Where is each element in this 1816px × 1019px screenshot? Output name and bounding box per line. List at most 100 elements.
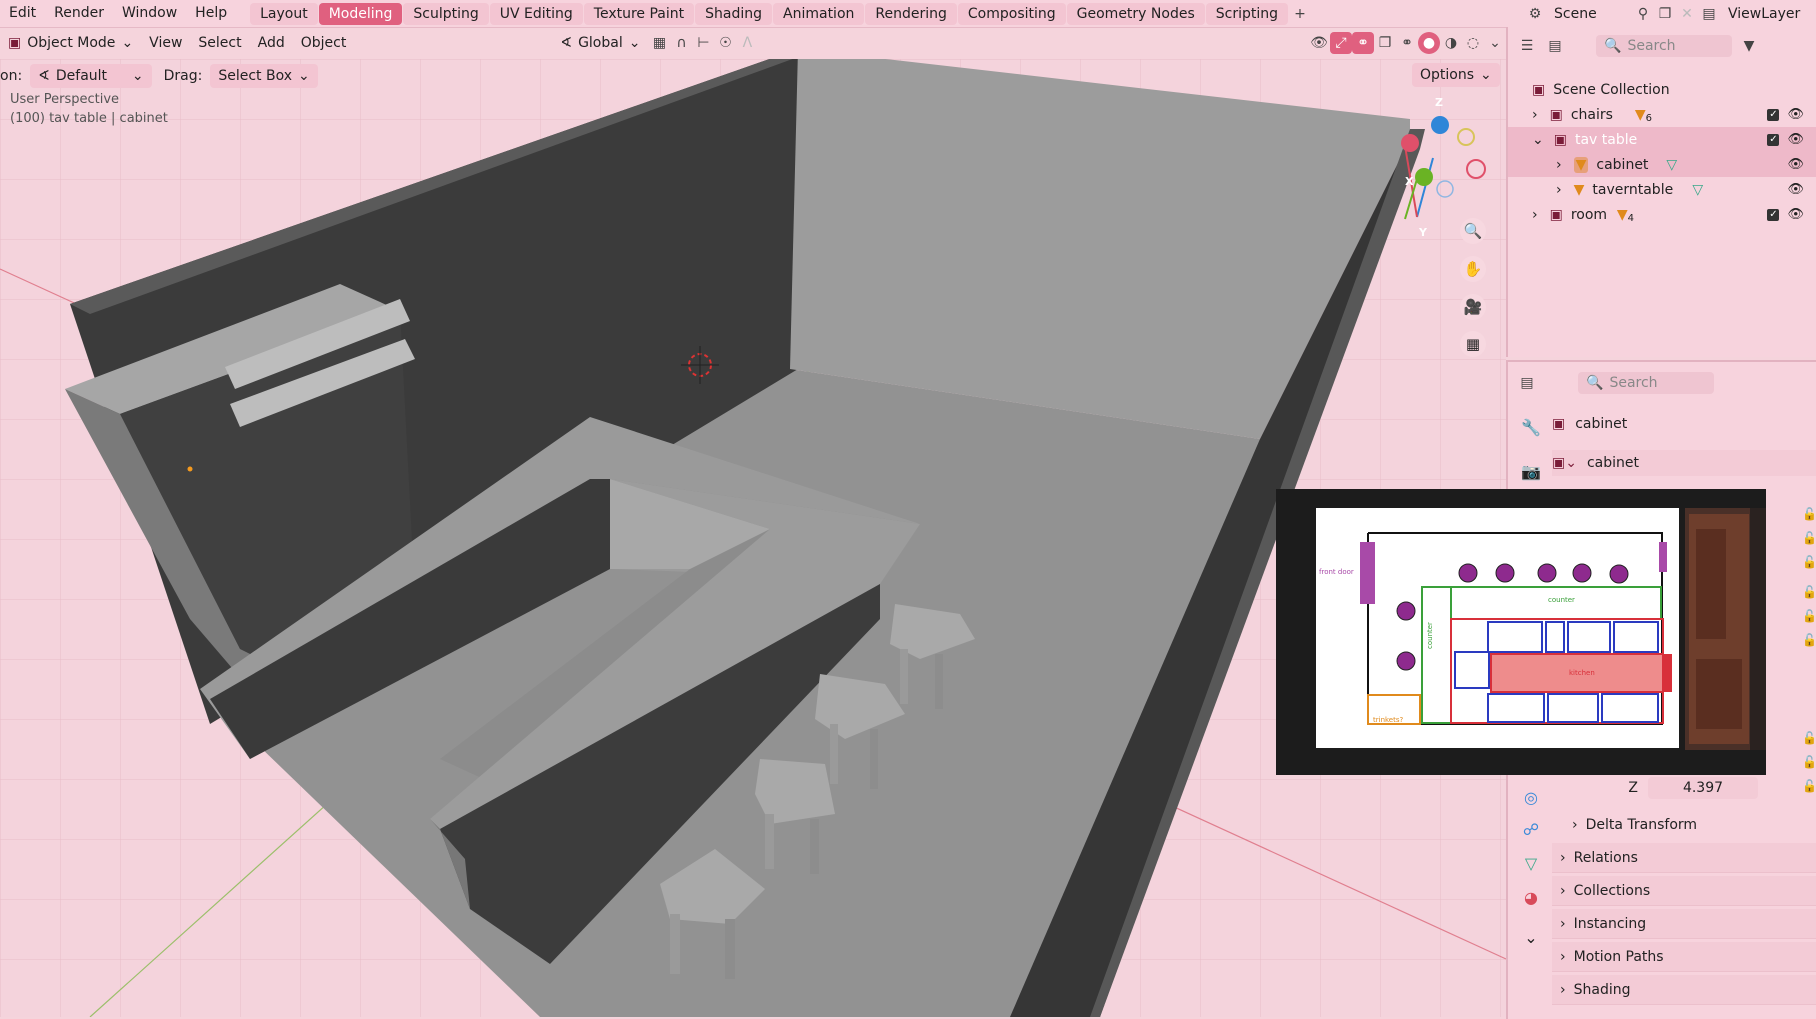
scene-selector-icon[interactable]: ⚙ xyxy=(1524,3,1546,25)
gizmo-icon[interactable]: ⤢ xyxy=(1330,32,1352,54)
constraints-tab-icon[interactable]: ☍ xyxy=(1516,814,1546,844)
material-tab-icon[interactable]: ◕ xyxy=(1516,882,1546,912)
exclude-checkbox[interactable]: ✓ xyxy=(1767,133,1780,146)
tab-modeling[interactable]: Modeling xyxy=(318,2,403,25)
menu-view[interactable]: View xyxy=(141,35,190,51)
wireframe-shading-icon[interactable]: ⚭ xyxy=(1396,32,1418,54)
new-scene-icon[interactable]: ❐ xyxy=(1654,3,1676,25)
snap-target-icon[interactable]: ⊢ xyxy=(692,32,714,54)
drag-dropdown[interactable]: Select Box ⌄ xyxy=(210,64,318,88)
tab-shading[interactable]: Shading xyxy=(695,2,773,25)
options-dropdown[interactable]: Options ⌄ xyxy=(1412,63,1500,87)
section-delta-transform[interactable]: › Delta Transform xyxy=(1552,810,1816,839)
visibility-icon[interactable]: 👁 xyxy=(1308,32,1330,54)
filter-icon[interactable]: ▼ xyxy=(1738,35,1760,57)
chevron-down-icon[interactable]: ⌄ xyxy=(1484,32,1506,54)
exclude-checkbox[interactable]: ✓ xyxy=(1767,208,1780,221)
solid-shading-icon[interactable]: ● xyxy=(1418,32,1440,54)
display-mode-icon[interactable]: ▤ xyxy=(1544,35,1566,57)
tab-layout[interactable]: Layout xyxy=(250,2,318,25)
delete-scene-icon[interactable]: ✕ xyxy=(1676,3,1698,25)
eye-icon[interactable]: 👁 xyxy=(1787,182,1804,197)
data-name-field[interactable]: cabinet xyxy=(1587,455,1639,471)
tab-texture-paint[interactable]: Texture Paint xyxy=(583,2,695,25)
data-tab-icon[interactable]: ▽ xyxy=(1516,848,1546,878)
lock-icon[interactable]: 🔓 xyxy=(1802,580,1816,604)
scene-name[interactable]: Scene xyxy=(1546,6,1632,22)
tab-animation[interactable]: Animation xyxy=(773,2,865,25)
chevron-right-icon[interactable]: › xyxy=(1556,157,1562,173)
section-relations[interactable]: › Relations xyxy=(1552,843,1816,873)
pan-hand-icon[interactable]: ✋ xyxy=(1460,256,1486,282)
tab-uv-editing[interactable]: UV Editing xyxy=(489,2,583,25)
lock-icon[interactable]: 🔓 xyxy=(1802,750,1816,774)
outliner-row-scene-collection[interactable]: ▣ Scene Collection xyxy=(1508,77,1816,102)
falloff-icon[interactable]: Λ xyxy=(736,32,758,54)
menu-window[interactable]: Window xyxy=(113,0,186,27)
tab-compositing[interactable]: Compositing xyxy=(957,2,1066,25)
tool-tab-icon[interactable]: 🔧 xyxy=(1516,412,1546,442)
outliner-row-chairs[interactable]: › ▣ chairs ▼ 6 ✓ 👁 xyxy=(1508,102,1816,127)
outliner-row-tav-table[interactable]: ⌄ ▣ tav table ✓ 👁 xyxy=(1508,127,1816,152)
menu-add[interactable]: Add xyxy=(250,35,293,51)
chevron-down-icon[interactable]: ⌄ xyxy=(1532,132,1544,148)
view-layer-name[interactable]: ViewLayer xyxy=(1720,6,1816,22)
transform-orientation-dropdown[interactable]: ∢ Default ⌄ xyxy=(30,64,152,88)
chevron-right-icon[interactable]: › xyxy=(1556,182,1562,198)
render-tab-icon[interactable]: 📷 xyxy=(1516,456,1546,486)
mode-dropdown[interactable]: ▣ Object Mode ⌄ xyxy=(0,31,141,55)
menu-select[interactable]: Select xyxy=(190,35,249,51)
rendered-shading-icon[interactable]: ◌ xyxy=(1462,32,1484,54)
tab-sculpting[interactable]: Sculpting xyxy=(403,2,489,25)
tab-geometry-nodes[interactable]: Geometry Nodes xyxy=(1066,2,1205,25)
section-instancing[interactable]: › Instancing xyxy=(1552,909,1816,939)
eye-icon[interactable]: 👁 xyxy=(1787,132,1804,147)
outliner-row-room[interactable]: › ▣ room ▼ 4 ✓ 👁 xyxy=(1508,202,1816,227)
reference-image-window[interactable]: front door counter counter kitchen trink… xyxy=(1276,489,1766,775)
physics-tab-icon[interactable]: ◎ xyxy=(1516,782,1546,812)
overlay-icon[interactable]: ⚭ xyxy=(1352,32,1374,54)
outliner-row-taverntable[interactable]: › ▼ taverntable ▽ 👁 xyxy=(1508,177,1816,202)
lock-icon[interactable]: 🔓 xyxy=(1802,774,1816,798)
xray-icon[interactable]: ❐ xyxy=(1374,32,1396,54)
material-shading-icon[interactable]: ◑ xyxy=(1440,32,1462,54)
section-shading[interactable]: › Shading xyxy=(1552,975,1816,1005)
eye-icon[interactable]: 👁 xyxy=(1787,207,1804,222)
add-workspace-button[interactable]: + xyxy=(1289,3,1311,25)
ortho-grid-icon[interactable]: ▦ xyxy=(1460,331,1486,357)
lock-icon[interactable]: 🔓 xyxy=(1802,604,1816,628)
outliner-search[interactable]: 🔍 Search xyxy=(1596,35,1732,57)
z-value-field[interactable]: 4.397 xyxy=(1648,777,1758,799)
lock-icon[interactable]: 🔓 xyxy=(1802,550,1816,574)
menu-object[interactable]: Object xyxy=(293,35,355,51)
section-motion-paths[interactable]: › Motion Paths xyxy=(1552,942,1816,972)
section-collections[interactable]: › Collections xyxy=(1552,876,1816,906)
lock-icon[interactable]: 🔓 xyxy=(1802,726,1816,750)
gizmo-z[interactable] xyxy=(1431,116,1449,134)
gizmo-y[interactable] xyxy=(1415,168,1433,186)
tab-rendering[interactable]: Rendering xyxy=(865,2,957,25)
editor-type-icon[interactable]: ☰ xyxy=(1516,35,1538,57)
gizmo-x[interactable] xyxy=(1401,134,1419,152)
zoom-icon[interactable]: 🔍 xyxy=(1460,218,1486,244)
eye-icon[interactable]: 👁 xyxy=(1787,157,1804,172)
lock-icon[interactable]: 🔓 xyxy=(1802,502,1816,526)
menu-render[interactable]: Render xyxy=(45,0,113,27)
eye-icon[interactable]: 👁 xyxy=(1787,107,1804,122)
chevron-down-icon[interactable]: ⌄ xyxy=(1516,922,1546,952)
chevron-right-icon[interactable]: › xyxy=(1532,207,1538,223)
tab-scripting[interactable]: Scripting xyxy=(1205,2,1289,25)
view-layer-icon[interactable]: ▤ xyxy=(1698,3,1720,25)
pivot-icon[interactable]: ▦ xyxy=(648,32,670,54)
chevron-right-icon[interactable]: › xyxy=(1532,107,1538,123)
proportional-edit-icon[interactable]: ☉ xyxy=(714,32,736,54)
editor-type-icon[interactable]: ▤ xyxy=(1516,372,1538,394)
snap-icon[interactable]: ∩ xyxy=(670,32,692,54)
exclude-checkbox[interactable]: ✓ xyxy=(1767,108,1780,121)
menu-edit[interactable]: Edit xyxy=(0,0,45,27)
orientation-dropdown[interactable]: ∢ Global ⌄ xyxy=(552,31,648,55)
pin-icon[interactable]: ⚲ xyxy=(1632,3,1654,25)
lock-icon[interactable]: 🔓 xyxy=(1802,526,1816,550)
lock-icon[interactable]: 🔓 xyxy=(1802,628,1816,652)
camera-view-icon[interactable]: 🎥 xyxy=(1460,294,1486,320)
